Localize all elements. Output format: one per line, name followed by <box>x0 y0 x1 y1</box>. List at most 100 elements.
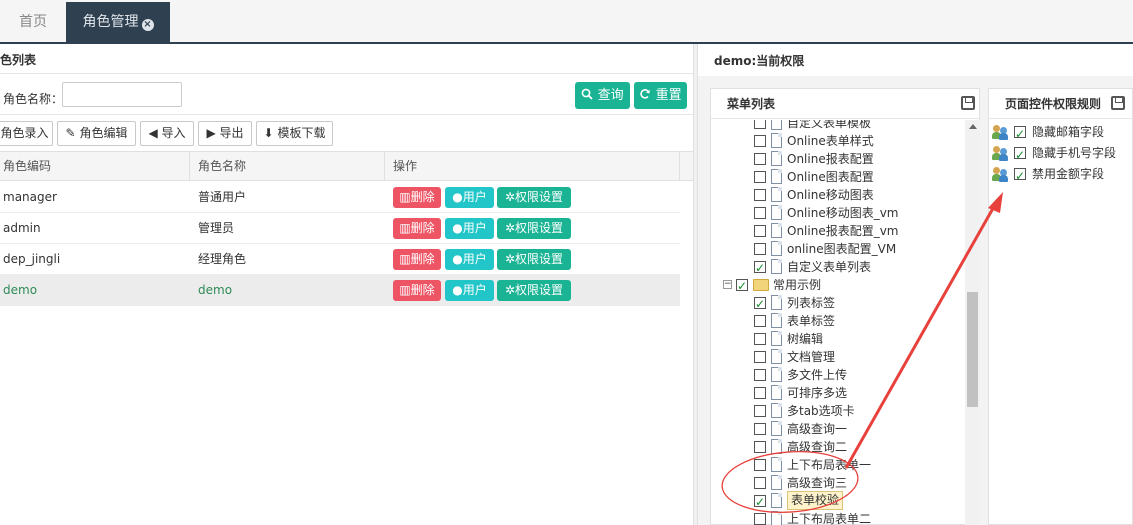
tree-item[interactable]: Online报表配置_vm <box>711 222 965 240</box>
checkbox[interactable] <box>1014 124 1026 144</box>
tree-item[interactable]: Online图表配置 <box>711 168 965 186</box>
checkbox[interactable] <box>754 477 766 489</box>
role-name-input[interactable] <box>62 82 182 107</box>
tree-item[interactable]: online图表配置_VM <box>711 240 965 258</box>
collapse-icon[interactable]: − <box>723 280 732 289</box>
import-button[interactable]: ◀ 导入 <box>140 121 194 146</box>
table-row-selected[interactable]: demo demo ▥删除 ●用户 ✲权限设置 <box>0 275 680 306</box>
tree-item-label: 树编辑 <box>787 332 824 346</box>
tree-item[interactable]: 高级查询三 <box>711 474 965 492</box>
tree-item[interactable]: 多文件上传 <box>711 366 965 384</box>
checkbox[interactable] <box>754 333 766 345</box>
tree-item[interactable]: Online移动图表_vm <box>711 204 965 222</box>
checkbox[interactable] <box>736 277 748 295</box>
tree-item[interactable]: 列表标签 <box>711 294 965 313</box>
menu-list-panel: 菜单列表 自定义表单模板 Online表单样式 Online报表配置 Online图表… <box>710 88 980 525</box>
column-header-code[interactable]: 角色编码 <box>0 152 190 181</box>
checkbox[interactable] <box>754 441 766 453</box>
tree-item[interactable]: 高级查询二 <box>711 438 965 456</box>
tree-item[interactable]: 自定义表单列表 <box>711 258 965 277</box>
scroll-thumb[interactable] <box>967 292 978 407</box>
tree-item[interactable]: Online表单样式 <box>711 132 965 150</box>
gear-icon: ✲ <box>504 221 516 235</box>
checkbox[interactable] <box>754 243 766 255</box>
close-icon[interactable]: × <box>141 19 154 31</box>
tree-scrollbar[interactable] <box>965 120 980 525</box>
tree-item[interactable]: 多tab选项卡 <box>711 402 965 420</box>
checkbox[interactable] <box>754 493 766 511</box>
add-role-button[interactable]: 角色录入 <box>0 121 53 146</box>
tree-item-label: Online报表配置 <box>787 152 874 166</box>
tree-item[interactable]: 上下布局表单一 <box>711 456 965 474</box>
checkbox[interactable] <box>754 120 766 129</box>
checkbox[interactable] <box>754 369 766 381</box>
reset-button[interactable]: 重置 <box>634 82 687 109</box>
query-button[interactable]: 查询 <box>575 82 630 109</box>
tab-home[interactable]: 首页 <box>0 2 66 42</box>
table-row[interactable]: manager 普通用户 ▥删除 ●用户 ✲权限设置 <box>0 182 680 213</box>
tree-item[interactable]: Online移动图表 <box>711 186 965 204</box>
template-download-button[interactable]: ⬇ 模板下载 <box>256 121 333 146</box>
permission-button[interactable]: ✲权限设置 <box>497 280 571 301</box>
user-icon: ● <box>452 252 463 266</box>
checkbox[interactable] <box>754 135 766 147</box>
export-button[interactable]: ▶ 导出 <box>198 121 252 146</box>
tree-item[interactable]: 可排序多选 <box>711 384 965 402</box>
edit-role-button[interactable]: ✎ 角色编辑 <box>57 121 136 146</box>
checkbox[interactable] <box>754 225 766 237</box>
checkbox[interactable] <box>754 189 766 201</box>
checkbox[interactable] <box>754 295 766 313</box>
tree-item-label: 表单校验 <box>787 491 844 510</box>
tree-item[interactable]: 文档管理 <box>711 348 965 366</box>
checkbox[interactable] <box>1014 166 1026 186</box>
rules-title-text: 页面控件权限规则 <box>1005 97 1102 111</box>
checkbox[interactable] <box>754 513 766 525</box>
delete-label: 删除 <box>410 190 435 204</box>
role-list-panel: 色列表 角色名称： 查询 重置 角色录入 ✎ 角色编辑 ◀ 导入 ▶ 导出 ⬇ … <box>0 46 693 525</box>
checkbox[interactable] <box>754 315 766 327</box>
checkbox[interactable] <box>754 259 766 277</box>
tree-item[interactable]: 高级查询一 <box>711 420 965 438</box>
tree-item[interactable]: 自定义表单模板 <box>711 120 965 132</box>
delete-button[interactable]: ▥删除 <box>393 280 441 301</box>
checkbox[interactable] <box>754 351 766 363</box>
file-icon <box>771 457 782 472</box>
tree-folder[interactable]: − 常用示例 <box>711 276 965 295</box>
tree-item[interactable]: 表单校验 <box>711 491 965 511</box>
save-icon[interactable] <box>1111 96 1125 110</box>
permission-button[interactable]: ✲权限设置 <box>497 218 571 239</box>
scroll-up-arrow[interactable] <box>969 124 977 129</box>
checkbox[interactable] <box>754 387 766 399</box>
user-button[interactable]: ●用户 <box>445 218 494 239</box>
checkbox[interactable] <box>754 459 766 471</box>
delete-button[interactable]: ▥删除 <box>393 187 441 208</box>
checkbox[interactable] <box>754 153 766 165</box>
tree-item-label: 自定义表单列表 <box>787 260 872 274</box>
tree-item[interactable]: 上下布局表单二 <box>711 510 965 525</box>
checkbox[interactable] <box>754 423 766 435</box>
user-button[interactable]: ●用户 <box>445 187 494 208</box>
checkbox[interactable] <box>754 171 766 183</box>
user-button[interactable]: ●用户 <box>445 249 494 270</box>
permission-button[interactable]: ✲权限设置 <box>497 249 571 270</box>
checkbox[interactable] <box>754 405 766 417</box>
tree-item[interactable]: Online报表配置 <box>711 150 965 168</box>
save-icon[interactable] <box>961 96 975 110</box>
checkbox[interactable] <box>754 207 766 219</box>
table-row[interactable]: admin 管理员 ▥删除 ●用户 ✲权限设置 <box>0 213 680 244</box>
checkbox[interactable] <box>1014 145 1026 165</box>
file-icon <box>771 241 782 256</box>
tree-item[interactable]: 树编辑 <box>711 330 965 348</box>
permission-button[interactable]: ✲权限设置 <box>497 187 571 208</box>
delete-button[interactable]: ▥删除 <box>393 218 441 239</box>
tree-item-label: Online移动图表_vm <box>787 206 899 220</box>
file-icon <box>771 385 782 400</box>
user-button[interactable]: ●用户 <box>445 280 494 301</box>
tree-item-label: 上下布局表单一 <box>787 458 872 472</box>
delete-button[interactable]: ▥删除 <box>393 249 441 270</box>
tree-item[interactable]: 表单标签 <box>711 312 965 330</box>
query-label: 查询 <box>597 88 624 103</box>
tab-role-management[interactable]: 角色管理 × <box>66 2 170 42</box>
table-row[interactable]: dep_jingli 经理角色 ▥删除 ●用户 ✲权限设置 <box>0 244 680 275</box>
column-header-name[interactable]: 角色名称 <box>195 152 385 181</box>
